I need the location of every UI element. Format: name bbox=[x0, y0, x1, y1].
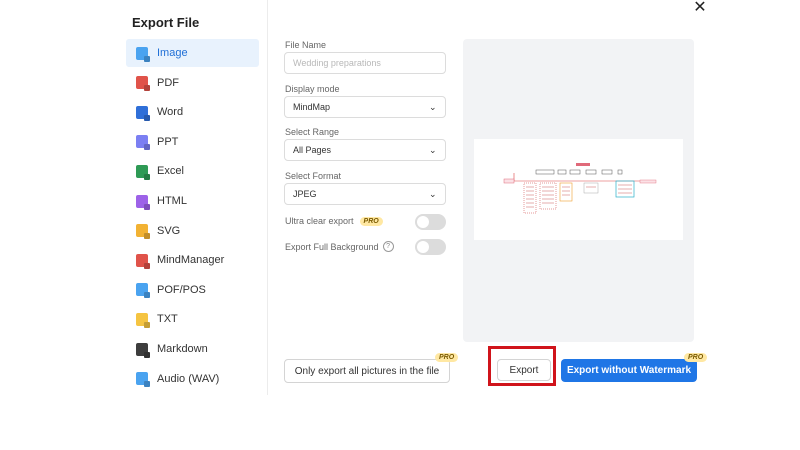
export-button[interactable]: Export bbox=[497, 359, 551, 381]
export-without-watermark-button[interactable]: Export without Watermark bbox=[561, 359, 697, 382]
export-bg-toggle[interactable] bbox=[415, 239, 446, 255]
sidebar-item-txt[interactable]: TXT bbox=[126, 305, 259, 333]
chevron-down-icon: ⌄ bbox=[429, 145, 437, 155]
sidebar-divider bbox=[267, 0, 268, 395]
pro-badge: PRO bbox=[435, 353, 459, 362]
sidebar-item-label: SVG bbox=[157, 224, 181, 237]
close-icon[interactable]: ✕ bbox=[691, 0, 709, 18]
toggle-knob bbox=[417, 216, 429, 228]
sidebar-item-markdown[interactable]: Markdown bbox=[126, 335, 259, 363]
file-name-input[interactable] bbox=[284, 52, 446, 74]
chevron-down-icon: ⌄ bbox=[429, 102, 437, 112]
sidebar-item-label: Image bbox=[157, 47, 188, 59]
ppt-icon bbox=[136, 135, 148, 149]
export-bg-label: Export Full Background ? bbox=[285, 241, 394, 252]
sidebar-item-image[interactable]: Image bbox=[126, 39, 259, 67]
markdown-icon bbox=[136, 342, 148, 356]
mindmap-thumbnail bbox=[474, 139, 683, 240]
sidebar-item-word[interactable]: Word bbox=[126, 98, 259, 126]
sidebar-item-mindmanager[interactable]: MindManager bbox=[126, 246, 259, 274]
select-format-value: JPEG bbox=[293, 189, 317, 199]
sidebar-item-label: Word bbox=[157, 106, 184, 119]
select-range-value: All Pages bbox=[293, 145, 332, 155]
sidebar-item-label: HTML bbox=[157, 195, 187, 207]
ultra-clear-toggle[interactable] bbox=[415, 214, 446, 230]
sidebar-item-label: POF/POS bbox=[157, 283, 206, 296]
chevron-down-icon: ⌄ bbox=[429, 189, 437, 199]
excel-icon bbox=[136, 164, 148, 178]
select-range-select[interactable]: All Pages ⌄ bbox=[284, 139, 446, 161]
sidebar-item-label: Audio (WAV) bbox=[157, 372, 220, 385]
dialog-title: Export File bbox=[132, 15, 200, 30]
sidebar-item-ppt[interactable]: PPT bbox=[126, 128, 259, 156]
sidebar-item-label: PPT bbox=[157, 135, 179, 148]
ultra-clear-text: Ultra clear export bbox=[285, 216, 354, 226]
select-format-select[interactable]: JPEG ⌄ bbox=[284, 183, 446, 205]
sidebar-item-label: TXT bbox=[157, 313, 178, 326]
image-icon bbox=[136, 46, 148, 60]
audio-icon bbox=[136, 372, 148, 386]
sidebar-item-label: PDF bbox=[157, 76, 179, 89]
mindmanager-icon bbox=[136, 253, 148, 267]
pof-pos-icon bbox=[136, 283, 148, 297]
ultra-clear-label: Ultra clear export PRO bbox=[285, 216, 383, 226]
export-preview bbox=[463, 39, 694, 342]
select-format-label: Select Format bbox=[285, 171, 342, 181]
txt-icon bbox=[136, 312, 148, 326]
export-dialog: Export File ✕ Image PDF Word PPT Excel HTML SV… bbox=[0, 0, 800, 395]
html-icon bbox=[136, 194, 148, 208]
sidebar-item-label: MindManager bbox=[157, 254, 225, 267]
format-sidebar: Image PDF Word PPT Excel HTML SVG MindManager PO… bbox=[126, 39, 260, 395]
mindmap-thumbnail-graphic bbox=[503, 163, 657, 214]
sidebar-item-excel[interactable]: Excel bbox=[126, 157, 259, 185]
sidebar-item-html[interactable]: HTML bbox=[126, 187, 259, 215]
pdf-icon bbox=[136, 76, 148, 90]
display-mode-value: MindMap bbox=[293, 102, 331, 112]
export-bg-text: Export Full Background bbox=[285, 241, 379, 252]
sidebar-item-label: Markdown bbox=[157, 343, 208, 355]
toggle-knob bbox=[417, 241, 429, 253]
display-mode-select[interactable]: MindMap ⌄ bbox=[284, 96, 446, 118]
sidebar-item-svg[interactable]: SVG bbox=[126, 217, 259, 245]
pro-badge: PRO bbox=[684, 353, 708, 362]
sidebar-item-pof-pos[interactable]: POF/POS bbox=[126, 276, 259, 304]
svg-icon bbox=[136, 224, 148, 238]
word-icon bbox=[136, 105, 148, 119]
help-icon[interactable]: ? bbox=[382, 241, 394, 252]
pro-badge: PRO bbox=[359, 216, 383, 226]
export-pictures-button[interactable]: Only export all pictures in the file bbox=[284, 359, 450, 383]
file-name-label: File Name bbox=[285, 40, 327, 50]
sidebar-item-audio-wav[interactable]: Audio (WAV) bbox=[126, 365, 259, 393]
sidebar-item-pdf[interactable]: PDF bbox=[126, 69, 259, 97]
display-mode-label: Display mode bbox=[285, 84, 340, 94]
sidebar-item-label: Excel bbox=[157, 165, 184, 178]
select-range-label: Select Range bbox=[285, 127, 340, 137]
